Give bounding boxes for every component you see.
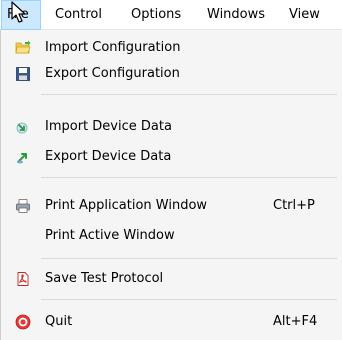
- printer-icon: [16, 199, 30, 213]
- file-menu-dropdown: Import Configuration Export Configuratio…: [0, 30, 342, 340]
- menu-item-label: Quit: [45, 314, 73, 329]
- menu-separator: [41, 258, 337, 259]
- menu-item-label: Export Device Data: [45, 149, 172, 164]
- pdf-icon: [17, 272, 29, 286]
- menu-windows-label: Windows: [207, 7, 266, 22]
- menu-item-shortcut: Ctrl+P: [273, 198, 315, 213]
- menu-control-label: Control: [55, 7, 102, 22]
- import-arrow-icon: [16, 122, 28, 134]
- menu-item-export-configuration[interactable]: Export Configuration: [1, 61, 342, 87]
- menu-separator: [41, 177, 337, 178]
- menu-item-label: Print Active Window: [45, 228, 175, 243]
- export-arrow-icon: [17, 153, 27, 164]
- menu-item-print-active-window[interactable]: Print Active Window: [1, 223, 342, 249]
- save-disk-icon: [16, 67, 30, 81]
- menu-item-label: Print Application Window: [45, 198, 208, 213]
- menu-options[interactable]: Options: [131, 0, 181, 30]
- menu-item-export-device-data[interactable]: Export Device Data: [1, 144, 342, 170]
- menu-item-import-configuration[interactable]: Import Configuration: [1, 35, 342, 61]
- menu-item-shortcut: Alt+F4: [273, 314, 318, 329]
- menu-options-label: Options: [131, 7, 182, 22]
- menu-item-quit[interactable]: Quit Alt+F4: [1, 309, 342, 335]
- mouse-pointer-icon: [11, 1, 26, 23]
- menu-item-import-device-data[interactable]: Import Device Data: [1, 114, 342, 140]
- quit-icon: [15, 314, 31, 330]
- menu-item-save-test-protocol[interactable]: Save Test Protocol: [1, 266, 342, 292]
- menu-view[interactable]: View: [289, 0, 320, 30]
- menu-separator: [41, 94, 337, 95]
- menu-bar: File Control Options Windows View: [0, 0, 342, 30]
- menu-windows[interactable]: Windows: [207, 0, 265, 30]
- menu-control[interactable]: Control: [55, 0, 102, 30]
- menu-view-label: View: [289, 7, 320, 22]
- menu-item-label: Import Device Data: [45, 119, 172, 134]
- folder-open-icon: [15, 40, 31, 54]
- menu-item-label: Import Configuration: [45, 40, 181, 55]
- menu-item-print-application-window[interactable]: Print Application Window Ctrl+P: [1, 193, 342, 219]
- menu-separator: [41, 299, 337, 300]
- menu-item-label: Export Configuration: [45, 66, 180, 81]
- menu-item-label: Save Test Protocol: [45, 271, 164, 286]
